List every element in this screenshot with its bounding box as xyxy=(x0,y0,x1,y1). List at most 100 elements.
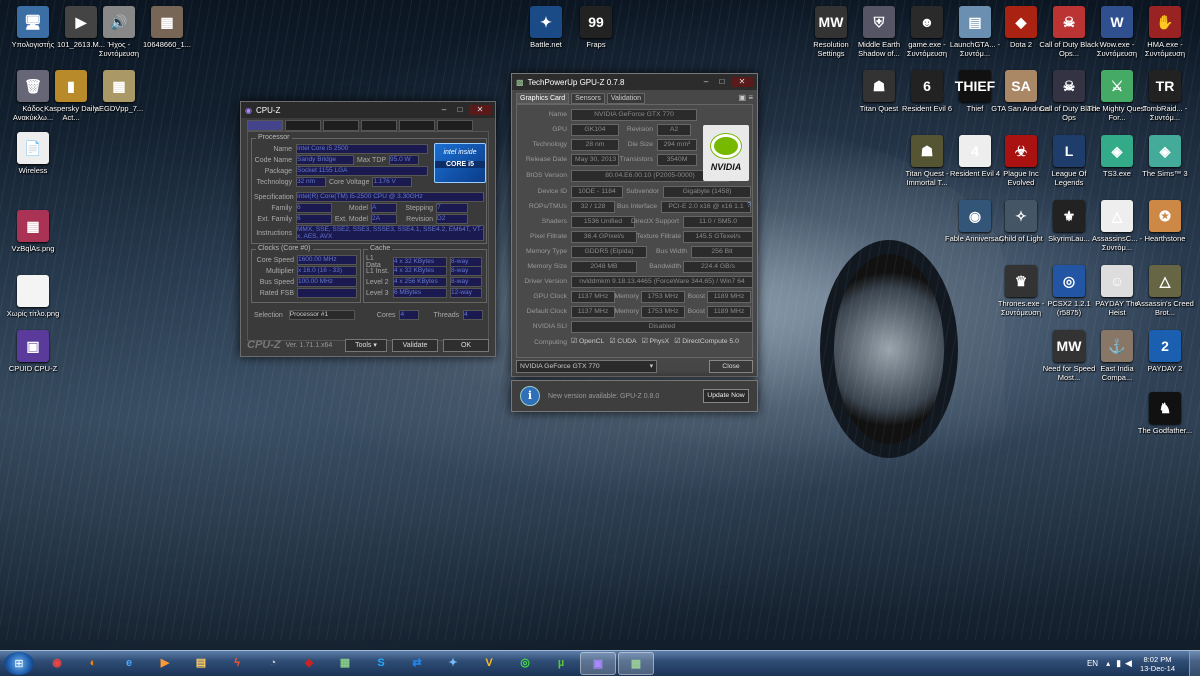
gpuz-close-button[interactable]: Close xyxy=(709,359,753,373)
battlenet-icon: ✦ xyxy=(448,657,458,669)
close-button[interactable]: ✕ xyxy=(469,105,491,115)
tab-graphics[interactable] xyxy=(437,120,473,131)
rops-label: ROPs/TMUs xyxy=(528,203,567,210)
language-indicator[interactable]: EN xyxy=(1087,659,1098,668)
l2-label: Level 2 xyxy=(366,278,389,286)
selection-dropdown[interactable]: Processor #1 xyxy=(288,310,355,320)
taskbar-spotify-button[interactable]: ◎ xyxy=(508,652,542,673)
computing-checkboxes: ☑ OpenCL ☑ CUDA ☑ PhysX ☑ DirectCompute … xyxy=(571,337,739,345)
tab-spd[interactable] xyxy=(399,120,435,131)
taskbar-teamviewer-button[interactable]: ⇄ xyxy=(400,652,434,673)
taskbar-flash-button[interactable]: ϟ xyxy=(220,652,254,673)
paint-icon: ▦ xyxy=(339,657,351,669)
physx-checkbox[interactable]: ☑ PhysX xyxy=(642,337,670,345)
taskbar-skype-button[interactable]: S xyxy=(364,652,398,673)
desktop-icon[interactable]: ✪ Hearthstone xyxy=(1134,200,1196,243)
gpuz-tabs: Graphics Card Sensors Validation ▣ ≡ xyxy=(512,90,757,104)
taskbar-utorrent-button[interactable]: µ xyxy=(544,652,578,673)
desktop-icon-image: △ xyxy=(1101,200,1133,232)
flash-icon: ϟ xyxy=(234,656,240,669)
ok-button[interactable]: OK xyxy=(443,338,489,352)
bus-help-icon[interactable]: ? xyxy=(747,202,751,209)
desktop-icon[interactable]: ▣ CPUID CPU-Z xyxy=(2,330,64,373)
desktop-icon-image: △ xyxy=(1149,265,1181,297)
technology-value: 28 nm xyxy=(571,139,619,151)
desktop-icon-label: The Godfather... xyxy=(1137,426,1193,435)
desktop-icon[interactable]: TR TombRaid... - Συντόμ... xyxy=(1134,70,1196,122)
desktop-icon-image: ▦ xyxy=(103,70,135,102)
gpuz-titlebar[interactable]: ▩ TechPowerUp GPU-Z 0.7.8 – □ ✕ xyxy=(512,74,757,90)
desktop-icon[interactable]: ▦ VzBqlAs.png xyxy=(2,210,64,253)
taskbar-dota-button[interactable]: ◆ xyxy=(292,652,326,673)
revision-value: A2 xyxy=(657,124,691,136)
desktop-icon-image: ☗ xyxy=(863,70,895,102)
l1i-label: L1 Inst. xyxy=(366,267,389,275)
taskbar-explorer-button[interactable]: ▤ xyxy=(184,652,218,673)
chrome-icon: ◉ xyxy=(52,657,62,669)
gpu-select-dropdown[interactable]: NVIDIA GeForce GTX 770 ▾ xyxy=(516,359,657,373)
cpuz-tabs xyxy=(241,118,495,131)
tab-cpu[interactable] xyxy=(247,120,283,131)
tab-graphics-card[interactable]: Graphics Card xyxy=(516,93,570,104)
camera-icon[interactable]: ▣ ≡ xyxy=(739,93,753,104)
desktop-icon-label: Χωρίς τίτλο.png xyxy=(6,309,60,318)
taskbar-media-player-button[interactable]: ▶ xyxy=(148,652,182,673)
taskbar-battlenet-button[interactable]: ✦ xyxy=(436,652,470,673)
cpuz-window[interactable]: ◉ CPU-Z – □ ✕ Processor Name Intel Core i… xyxy=(240,101,496,357)
maximize-button[interactable]: □ xyxy=(453,105,467,115)
validate-button[interactable]: Validate xyxy=(392,338,438,352)
tab-caches[interactable] xyxy=(285,120,321,131)
desktop-icon[interactable]: ▦ aEGDVpp_7... xyxy=(88,70,150,113)
close-button[interactable]: ✕ xyxy=(731,77,753,87)
taskbar-firefox-button[interactable]: ◐ xyxy=(76,652,110,673)
taskbar-gpuz-button[interactable]: ▩ xyxy=(618,652,654,675)
taskbar-steam-button[interactable]: ◔ xyxy=(256,652,290,673)
cores-label: Cores xyxy=(376,311,396,319)
cuda-checkbox[interactable]: ☑ CUDA xyxy=(609,337,636,345)
clock[interactable]: 8:02 PM 13-Dec-14 xyxy=(1140,655,1175,673)
tools-button[interactable]: Tools ▾ xyxy=(345,338,387,352)
desktop-icon[interactable]: ♞ The Godfather... xyxy=(1134,392,1196,435)
taskbar-ie-button[interactable]: e xyxy=(112,652,146,673)
taskbar-paint-button[interactable]: ▦ xyxy=(328,652,362,673)
desktop-icon[interactable]: 99 Fraps xyxy=(565,6,627,49)
tab-mainboard[interactable] xyxy=(323,120,359,131)
desktop-icon[interactable]: ◈ The Sims™ 3 xyxy=(1134,135,1196,178)
gpuboost-value: 1189 MHz xyxy=(707,291,751,303)
tab-validation[interactable]: Validation xyxy=(606,93,646,104)
desktop-icon[interactable]: Χωρίς τίτλο.png xyxy=(2,275,64,318)
maximize-button[interactable]: □ xyxy=(715,77,729,87)
start-button[interactable]: ⊞ xyxy=(4,652,34,675)
volume-icon[interactable]: ◀ xyxy=(1125,658,1132,669)
minimize-button[interactable]: – xyxy=(437,105,451,115)
taskbar-chrome-button[interactable]: ◉ xyxy=(40,652,74,673)
update-now-button[interactable]: Update Now xyxy=(703,389,749,403)
desktop-icon-image: ▦ xyxy=(151,6,183,38)
l2-value: 4 x 256 KBytes xyxy=(393,277,447,287)
desktop-icon[interactable]: 📄 Wireless xyxy=(2,132,64,175)
network-icon[interactable]: ▮ xyxy=(1116,658,1121,669)
explorer-icon: ▤ xyxy=(195,657,207,669)
processor-group-title: Processor xyxy=(256,134,292,141)
businterface-value: PCI-E 2.0 x16 @ x16 1.1 xyxy=(661,201,751,213)
show-desktop-button[interactable] xyxy=(1189,651,1200,676)
taskbar-cpuz-button[interactable]: ▣ xyxy=(580,652,616,675)
desktop-icon[interactable]: ▦ 10648660_1... xyxy=(136,6,198,49)
clocks-group-title: Clocks (Core #0) xyxy=(256,245,313,252)
deviceid-value: 10DE - 1184 xyxy=(571,186,623,198)
taskbar-viber-button[interactable]: V xyxy=(472,652,506,673)
bandwidth-label: Bandwidth xyxy=(649,263,681,270)
maxtdp-value: 95.0 W xyxy=(389,155,420,165)
cpuz-titlebar[interactable]: ◉ CPU-Z – □ ✕ xyxy=(241,102,495,118)
desktop-icon[interactable]: △ Assassin's Creed Brot... xyxy=(1134,265,1196,317)
gpuz-window[interactable]: ▩ TechPowerUp GPU-Z 0.7.8 – □ ✕ Graphics… xyxy=(511,73,758,377)
directcompute-checkbox[interactable]: ☑ DirectCompute 5.0 xyxy=(674,337,739,345)
tab-sensors[interactable]: Sensors xyxy=(571,93,605,104)
tab-memory[interactable] xyxy=(361,120,397,131)
desktop-icon[interactable]: ✋ HMA.exe - Συντόμευση xyxy=(1134,6,1196,58)
tray-arrow-icon[interactable]: ▴ xyxy=(1106,659,1110,668)
minimize-button[interactable]: – xyxy=(699,77,713,87)
opencl-checkbox[interactable]: ☑ OpenCL xyxy=(571,337,604,345)
cpuz-brand: CPU-Z xyxy=(247,339,281,351)
desktop-icon[interactable]: 2 PAYDAY 2 xyxy=(1134,330,1196,373)
